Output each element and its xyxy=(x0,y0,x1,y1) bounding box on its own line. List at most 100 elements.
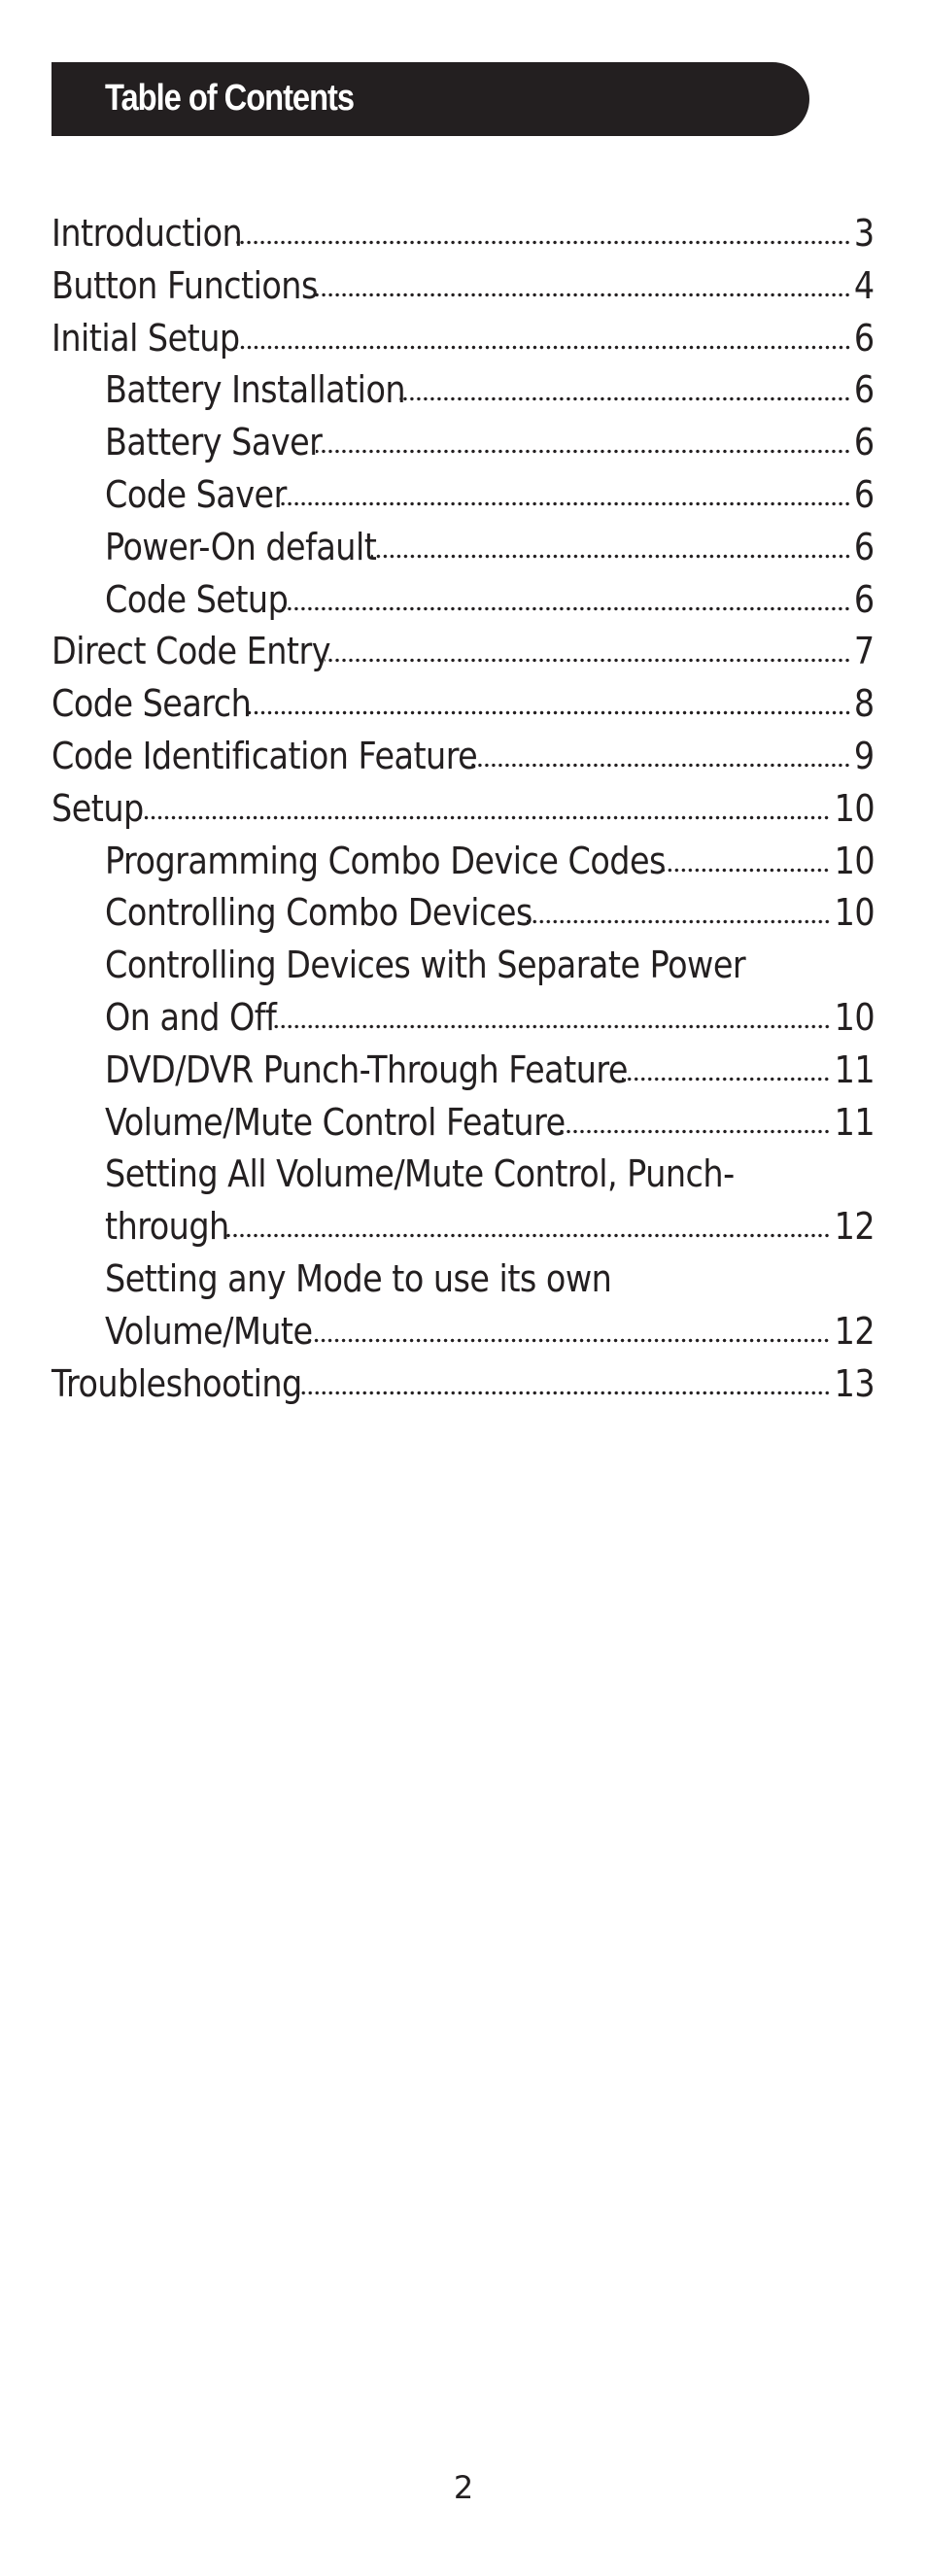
toc-entry[interactable]: Setup 10 xyxy=(52,783,876,836)
dot-leader xyxy=(233,340,851,351)
toc-entry-line: Setup 10 xyxy=(52,783,876,836)
toc-subentry[interactable]: Programming Combo Device Codes 10 xyxy=(105,836,876,888)
dot-leader xyxy=(282,601,851,612)
toc-page-number: 3 xyxy=(854,212,875,255)
toc-entry[interactable]: Introduction 3 xyxy=(52,208,876,260)
toc-page-number: 10 xyxy=(834,995,876,1039)
toc-page-number: 6 xyxy=(854,368,875,412)
toc-subentry[interactable]: Battery Installation 6 xyxy=(105,364,876,417)
dot-leader xyxy=(622,1072,831,1082)
toc-entry-title: Controlling Devices with Separate Power xyxy=(105,944,746,987)
toc-entry-line: Code Saver 6 xyxy=(105,469,876,522)
toc-entry-line: Controlling Combo Devices 10 xyxy=(105,887,876,940)
toc-page-number: 7 xyxy=(854,630,875,673)
dot-leader xyxy=(281,497,851,507)
toc-entry[interactable]: Troubleshooting 13 xyxy=(52,1358,876,1411)
toc-entry-title: On and Off xyxy=(105,995,277,1039)
toc-page-number: 12 xyxy=(834,1309,876,1353)
toc-entry-line: Code Setup 6 xyxy=(105,574,876,627)
toc-entry-title: Volume/Mute xyxy=(105,1309,313,1353)
toc-entry-line: DVD/DVR Punch-Through Feature 11 xyxy=(105,1045,876,1097)
toc-page-number: 13 xyxy=(834,1361,876,1405)
toc-subentry[interactable]: Controlling Devices with Separate Power O… xyxy=(105,940,876,1045)
dot-leader xyxy=(559,1124,831,1135)
page-title: Table of Contents xyxy=(105,78,355,119)
toc-page-number: 8 xyxy=(854,682,875,726)
toc-subentry[interactable]: Code Setup 6 xyxy=(105,574,876,627)
toc-entry[interactable]: Code Search 8 xyxy=(52,678,876,731)
toc-entry-title: Volume/Mute Control Feature xyxy=(105,1100,566,1144)
toc-page-number: 10 xyxy=(834,786,876,830)
toc-entry-line: Battery Installation 6 xyxy=(105,364,876,417)
toc-subentry[interactable]: Volume/Mute Control Feature 11 xyxy=(105,1097,876,1150)
toc-subentry[interactable]: Power-On default 6 xyxy=(105,522,876,574)
toc-subentry[interactable]: DVD/DVR Punch-Through Feature 11 xyxy=(105,1045,876,1097)
dot-leader xyxy=(526,915,831,926)
toc-page-number: 6 xyxy=(854,472,875,516)
toc-entry-title: Button Functions xyxy=(52,263,318,307)
dot-leader xyxy=(295,1386,831,1396)
toc-entry-line: Programming Combo Device Codes 10 xyxy=(105,836,876,888)
toc-entry-line: Controlling Devices with Separate Power xyxy=(105,940,875,992)
toc-page-number: 10 xyxy=(834,891,876,935)
toc-entry-line: On and Off 10 xyxy=(105,992,876,1045)
dot-leader xyxy=(325,654,851,665)
toc-subentry[interactable]: Controlling Combo Devices 10 xyxy=(105,887,876,940)
toc-entry-line: Button Functions 4 xyxy=(52,260,876,313)
toc-page-number: 6 xyxy=(854,316,875,360)
toc-entry-title: Setting any Mode to use its own xyxy=(105,1256,612,1300)
toc-entry-line: Code Identification Feature 9 xyxy=(52,731,876,783)
toc-entry-title: Code Setup xyxy=(105,577,289,621)
table-of-contents: Introduction 3 Button Functions 4 Initial Se… xyxy=(52,208,876,1411)
dot-leader xyxy=(370,549,851,560)
toc-entry[interactable]: Direct Code Entry 7 xyxy=(52,626,876,678)
toc-page-number: 6 xyxy=(854,421,875,464)
toc-entry-line: Code Search 8 xyxy=(52,678,876,731)
toc-entry-title: DVD/DVR Punch-Through Feature xyxy=(105,1048,628,1091)
toc-entry-line: Setting any Mode to use its own xyxy=(105,1254,875,1306)
toc-entry-line: Setting All Volume/Mute Control, Punch- xyxy=(105,1149,875,1201)
toc-page-number: 11 xyxy=(834,1100,876,1144)
toc-entry[interactable]: Button Functions 4 xyxy=(52,260,876,313)
toc-page-number: 6 xyxy=(854,525,875,568)
toc-entry-line: Volume/Mute 12 xyxy=(105,1306,876,1358)
toc-page-number: 10 xyxy=(834,839,876,882)
dot-leader xyxy=(399,393,851,403)
dot-leader xyxy=(471,758,851,769)
toc-entry-title: through xyxy=(105,1205,229,1249)
toc-entry-line: Direct Code Entry 7 xyxy=(52,626,876,678)
dot-leader xyxy=(312,288,851,298)
page-number: 2 xyxy=(453,2469,474,2506)
toc-subentry[interactable]: Code Saver 6 xyxy=(105,469,876,522)
toc-entry[interactable]: Code Identification Feature 9 xyxy=(52,731,876,783)
toc-entry-title: Controlling Combo Devices xyxy=(105,891,532,935)
toc-subentry[interactable]: Setting any Mode to use its own Volume/Mu… xyxy=(105,1254,876,1358)
toc-entry-title: Code Saver xyxy=(105,472,287,516)
toc-entry-line: Battery Saver 6 xyxy=(105,417,876,469)
dot-leader xyxy=(306,1333,831,1344)
toc-subentry[interactable]: Battery Saver 6 xyxy=(105,417,876,469)
toc-entry-line: Volume/Mute Control Feature 11 xyxy=(105,1097,876,1150)
toc-entry-title: Code Identification Feature xyxy=(52,734,478,777)
toc-entry-line: through 12 xyxy=(105,1201,876,1254)
toc-entry-line: Introduction 3 xyxy=(52,208,876,260)
dot-leader xyxy=(270,1019,831,1030)
toc-page-number: 11 xyxy=(834,1048,876,1091)
toc-page-number: 9 xyxy=(854,734,875,777)
toc-entry-title: Troubleshooting xyxy=(52,1361,302,1405)
toc-subentry[interactable]: Setting All Volume/Mute Control, Punch-t… xyxy=(105,1149,876,1254)
dot-leader xyxy=(245,706,851,717)
dot-leader xyxy=(137,810,831,821)
toc-entry[interactable]: Initial Setup 6 xyxy=(52,313,876,365)
toc-entry-line: Troubleshooting 13 xyxy=(52,1358,876,1411)
toc-entry-title: Initial Setup xyxy=(52,316,240,360)
toc-page-number: 6 xyxy=(854,577,875,621)
toc-page-number: 4 xyxy=(854,263,875,307)
toc-entry-line: Power-On default 6 xyxy=(105,522,876,574)
dot-leader xyxy=(316,445,851,456)
toc-entry-title: Setting All Volume/Mute Control, Punch- xyxy=(105,1152,735,1196)
toc-entry-title: Battery Saver xyxy=(105,421,323,464)
dot-leader xyxy=(223,1229,831,1240)
dot-leader xyxy=(659,863,831,874)
toc-entry-title: Code Search xyxy=(52,682,252,726)
